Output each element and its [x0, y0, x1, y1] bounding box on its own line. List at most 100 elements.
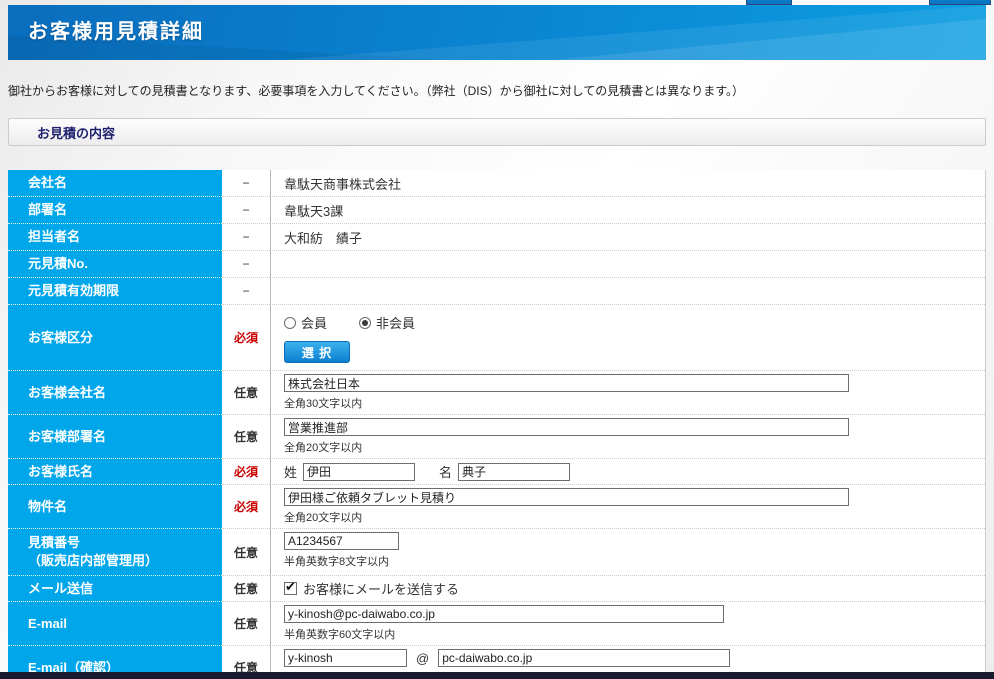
email-input[interactable]	[284, 605, 724, 623]
input-hint: 全角30文字以内	[284, 395, 975, 411]
at-sign: @	[416, 651, 429, 666]
project-name-input[interactable]	[284, 488, 849, 506]
required-badge: 必須	[234, 498, 258, 515]
optional-badge: 任意	[234, 544, 258, 561]
row-label: 元見積有効期限	[8, 278, 222, 305]
input-hint: 全角20文字以内	[284, 509, 975, 525]
email-confirm-local-input[interactable]	[284, 649, 407, 667]
table-row-customer-name: お客様氏名 必須 姓 名	[8, 459, 985, 485]
input-hint: 全角20文字以内	[284, 439, 975, 455]
row-label: 担当者名	[8, 224, 222, 251]
last-name-input[interactable]	[303, 463, 415, 481]
send-mail-checkbox[interactable]: ✔	[284, 582, 297, 595]
row-value: 大和紡 績子	[270, 224, 985, 251]
no-requirement-dash: −	[242, 203, 249, 217]
email-confirm-domain-input[interactable]	[438, 649, 730, 667]
row-label: 見積番号 （販売店内部管理用）	[8, 529, 222, 576]
member-radio-option[interactable]: 会員	[284, 313, 327, 332]
row-badge: 必須	[222, 485, 270, 529]
row-value: 韋駄天3課	[270, 197, 985, 224]
row-value: 半角英数字60文字以内	[270, 602, 985, 646]
nonmember-radio-icon[interactable]	[359, 317, 371, 329]
optional-badge: 任意	[234, 384, 258, 401]
row-badge: 必須	[222, 459, 270, 485]
table-row-project-name: 物件名 必須 全角20文字以内	[8, 485, 985, 529]
row-label: E-mail	[8, 602, 222, 646]
table-row-customer-company: お客様会社名 任意 全角30文字以内	[8, 371, 985, 415]
row-badge: 任意	[222, 529, 270, 576]
row-value	[270, 278, 985, 305]
row-label: お客様区分	[8, 305, 222, 371]
page: お客様用見積詳細 御社からお客様に対しての見積書となります、必要事項を入力してく…	[0, 0, 994, 679]
row-badge: −	[222, 197, 270, 224]
no-requirement-dash: −	[242, 230, 249, 244]
row-label: 部署名	[8, 197, 222, 224]
row-value: 韋駄天商事株式会社	[270, 170, 985, 197]
row-label-line2: （販売店内部管理用）	[28, 552, 222, 570]
row-badge: −	[222, 251, 270, 278]
required-badge: 必須	[234, 463, 258, 480]
no-requirement-dash: −	[242, 176, 249, 190]
table-row-original-quote-no: 元見積No. −	[8, 251, 985, 278]
optional-badge: 任意	[234, 580, 258, 597]
footer-bar	[0, 672, 994, 679]
company-name-text: 韋駄天商事株式会社	[284, 174, 975, 193]
table-row-person-in-charge: 担当者名 − 大和紡 績子	[8, 224, 985, 251]
check-icon: ✔	[285, 579, 296, 595]
section-title: お見積の内容	[37, 123, 115, 142]
row-badge: 任意	[222, 602, 270, 646]
input-hint: 半角英数字8文字以内	[284, 553, 975, 569]
row-label: 元見積No.	[8, 251, 222, 278]
row-label: メール送信	[8, 576, 222, 602]
table-row-original-quote-expiry: 元見積有効期限 −	[8, 278, 985, 305]
row-label: お客様会社名	[8, 371, 222, 415]
department-name-text: 韋駄天3課	[284, 201, 975, 220]
first-name-label: 名	[439, 462, 452, 481]
required-badge: 必須	[234, 329, 258, 346]
quote-number-input[interactable]	[284, 532, 399, 550]
first-name-input[interactable]	[458, 463, 570, 481]
no-requirement-dash: −	[242, 257, 249, 271]
customer-department-input[interactable]	[284, 418, 849, 436]
customer-type-radio-group: 会員 非会員	[284, 313, 975, 332]
select-button[interactable]: 選 択	[284, 341, 350, 363]
customer-company-input[interactable]	[284, 374, 849, 392]
table-row-send-mail: メール送信 任意 ✔ お客様にメールを送信する	[8, 576, 985, 602]
table-row-email: E-mail 任意 半角英数字60文字以内	[8, 602, 985, 646]
page-header-banner: お客様用見積詳細	[8, 5, 986, 60]
quote-form-table: 会社名 − 韋駄天商事株式会社 部署名 − 韋駄天3課 担当者名 − 大和紡 績…	[8, 170, 986, 679]
last-name-label: 姓	[284, 462, 297, 481]
row-badge: −	[222, 170, 270, 197]
row-value: 全角20文字以内	[270, 485, 985, 529]
input-hint: 半角英数字60文字以内	[284, 626, 975, 642]
row-label: 物件名	[8, 485, 222, 529]
send-mail-checkbox-label: お客様にメールを送信する	[303, 579, 459, 598]
row-label: お客様氏名	[8, 459, 222, 485]
table-row-customer-type: お客様区分 必須 会員 非会員 選 択	[8, 305, 985, 371]
row-value: 全角20文字以内	[270, 415, 985, 459]
page-title: お客様用見積詳細	[8, 5, 986, 60]
table-row-customer-department: お客様部署名 任意 全角20文字以内	[8, 415, 985, 459]
no-requirement-dash: −	[242, 284, 249, 298]
table-row-quote-number: 見積番号 （販売店内部管理用） 任意 半角英数字8文字以内	[8, 529, 985, 576]
optional-badge: 任意	[234, 615, 258, 632]
row-value	[270, 251, 985, 278]
row-label: 会社名	[8, 170, 222, 197]
row-badge: 任意	[222, 371, 270, 415]
table-row-company: 会社名 − 韋駄天商事株式会社	[8, 170, 985, 197]
member-radio-label: 会員	[301, 313, 327, 332]
person-in-charge-text: 大和紡 績子	[284, 228, 975, 247]
row-label: お客様部署名	[8, 415, 222, 459]
nonmember-radio-label: 非会員	[376, 313, 415, 332]
row-badge: −	[222, 278, 270, 305]
section-header: お見積の内容	[8, 118, 986, 146]
table-row-department: 部署名 − 韋駄天3課	[8, 197, 985, 224]
member-radio-icon[interactable]	[284, 317, 296, 329]
row-badge: 必須	[222, 305, 270, 371]
page-description: 御社からお客様に対しての見積書となります、必要事項を入力してください。（弊社（D…	[8, 82, 986, 99]
nonmember-radio-option[interactable]: 非会員	[359, 313, 415, 332]
row-value: ✔ お客様にメールを送信する	[270, 576, 985, 602]
row-badge: −	[222, 224, 270, 251]
row-badge: 任意	[222, 576, 270, 602]
row-value: 会員 非会員 選 択	[270, 305, 985, 371]
